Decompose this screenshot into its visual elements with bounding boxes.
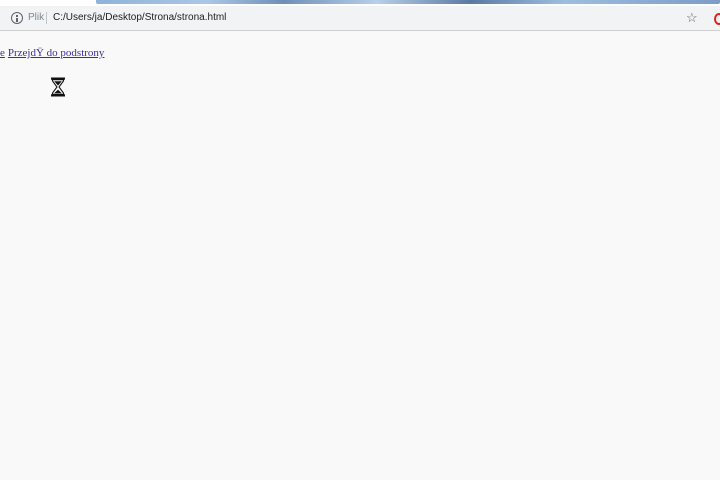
subpage-link[interactable]: PrzejdŸ do podstrony <box>8 47 105 59</box>
url-text[interactable]: C:/Users/ja/Desktop/Strona/strona.html <box>53 12 226 23</box>
hourglass-icon <box>51 77 65 97</box>
tab-strip-edge <box>96 0 720 4</box>
link-row: e PrzejdŸ do podstrony <box>0 47 104 59</box>
address-bar[interactable]: Plik C:/Users/ja/Desktop/Strona/strona.h… <box>0 6 720 31</box>
browser-window: Plik C:/Users/ja/Desktop/Strona/strona.h… <box>0 0 720 480</box>
address-divider <box>46 12 47 24</box>
info-icon[interactable] <box>11 12 23 24</box>
star-icon[interactable]: ☆ <box>686 10 698 26</box>
opera-icon[interactable] <box>714 13 720 25</box>
page-content: e PrzejdŸ do podstrony <box>0 31 720 480</box>
scheme-label: Plik <box>28 12 45 23</box>
partial-link[interactable]: e <box>0 47 5 59</box>
